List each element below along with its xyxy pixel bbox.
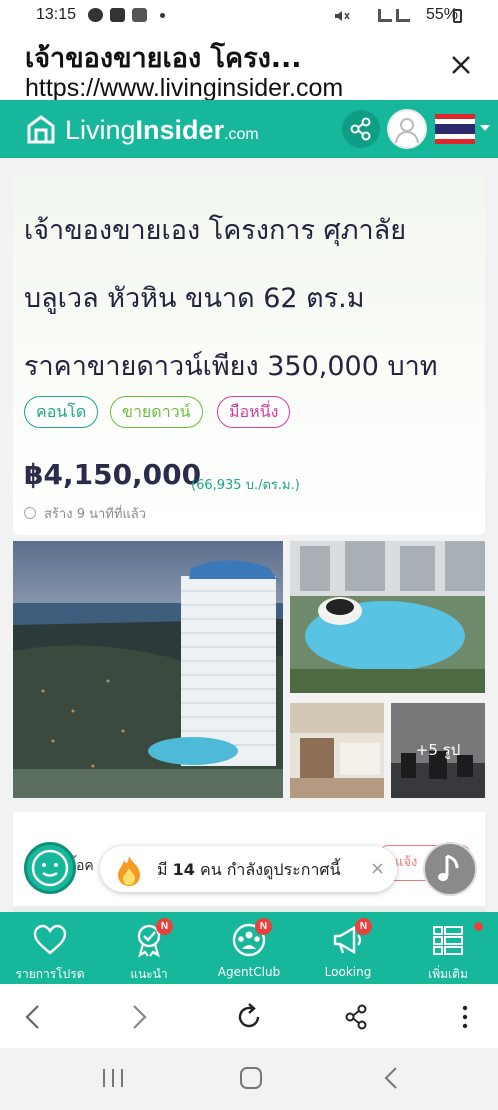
toast-close-button[interactable]: × (370, 859, 385, 879)
back-arrow-icon[interactable] (18, 1002, 48, 1032)
logo-bold-text: Insider (135, 115, 225, 145)
nav-agentclub-label: AgentClub (217, 965, 281, 979)
heart-icon (33, 924, 67, 955)
nav-looking-badge: N (355, 918, 372, 935)
reload-icon[interactable] (234, 1002, 264, 1032)
gallery-icon (132, 8, 147, 22)
viewers-toast: มี 14 คน กำลังดูประกาศนี้ × (100, 846, 397, 892)
menu-grid-icon (433, 926, 463, 955)
signal-icon-2 (396, 9, 410, 22)
fire-icon (118, 856, 140, 886)
created-time-text: สร้าง 9 นาทีที่แล้ว (44, 507, 147, 522)
share-button[interactable] (342, 110, 380, 148)
android-navigation-bar (0, 1048, 498, 1110)
nav-more-label: เพิ่มเติม (428, 967, 468, 981)
tag-condo[interactable]: คอนโด (24, 396, 99, 428)
battery-icon (453, 9, 462, 23)
close-icon[interactable] (446, 50, 476, 80)
page-url[interactable]: https://www.livinginsider.com (25, 74, 445, 100)
nav-recommend[interactable]: N แนะนำ (99, 912, 199, 984)
created-icon (24, 507, 36, 519)
nav-looking[interactable]: N Looking (298, 912, 398, 984)
viewers-message: มี 14 คน กำลังดูประกาศนี้ (157, 858, 341, 883)
music-float-button[interactable] (423, 842, 477, 896)
status-bar: 13:15 55% (0, 0, 498, 30)
user-avatar-button[interactable] (387, 109, 427, 149)
status-time: 13:15 (36, 6, 77, 23)
language-dropdown-caret-icon[interactable] (480, 125, 490, 131)
interior-photo-image (290, 703, 384, 798)
nav-agentclub-badge: N (255, 918, 272, 935)
forward-arrow-icon[interactable] (124, 1002, 154, 1032)
more-notifications-dot (160, 13, 165, 18)
listing-title: เจ้าของขายเอง โครงการ ศุภาลัย บลูเวล หัว… (24, 197, 479, 401)
share-page-icon[interactable] (342, 1002, 372, 1032)
nav-more[interactable]: เพิ่มเติม (398, 912, 498, 984)
nav-recommend-badge: N (156, 918, 173, 935)
nav-favorites-label: รายการโปรด (15, 967, 85, 981)
listing-title-line-1: เจ้าของขายเอง โครงการ ศุภาลัย (24, 215, 407, 246)
listing-title-line-2: บลูเวล หัวหิน ขนาด 62 ตร.ม (24, 283, 365, 314)
home-icon[interactable] (238, 1065, 264, 1091)
main-photo-image (13, 541, 283, 798)
nav-looking-label: Looking (324, 965, 372, 979)
chat-bot-smiley-button[interactable] (24, 842, 76, 894)
created-time: สร้าง 9 นาทีที่แล้ว (24, 503, 146, 524)
listing-title-line-3: ราคาขายดาวน์เพียง 350,000 บาท (24, 351, 438, 382)
whatsapp-icon (88, 8, 103, 22)
signal-icon (378, 9, 392, 22)
tag-sell-down[interactable]: ขายดาวน์ (110, 396, 203, 428)
viewers-count: 14 (172, 860, 195, 879)
listing-price: ฿4,150,000 (24, 458, 202, 491)
notification-dot (474, 922, 483, 931)
logo-suffix-text: .com (224, 126, 259, 143)
music-note-icon (438, 854, 459, 881)
pool-photo-image (290, 541, 485, 693)
smiley-icon (31, 849, 69, 887)
logo-house-icon (27, 115, 55, 144)
thai-flag-icon[interactable] (435, 114, 475, 144)
avatar-icon (395, 118, 419, 144)
nav-recommend-label: แนะนำ (130, 967, 168, 981)
site-logo[interactable]: LivingInsider.com (65, 115, 259, 146)
recent-apps-icon[interactable] (100, 1066, 126, 1090)
more-options-icon[interactable] (450, 1002, 480, 1032)
tag-first-hand[interactable]: มือหนึ่ง (217, 396, 291, 428)
viewers-prefix: มี (157, 860, 168, 879)
logo-light-text: Living (65, 115, 136, 145)
main-photo[interactable] (13, 541, 283, 798)
pool-photo[interactable] (290, 541, 485, 693)
browser-toolbar (0, 984, 498, 1048)
viewers-suffix: คน กำลังดูประกาศนี้ (200, 860, 341, 879)
interior-photo[interactable] (290, 703, 384, 798)
page-title: เจ้าของขายเอง โครง... (25, 43, 302, 74)
youtube-icon (110, 8, 125, 22)
nav-favorites[interactable]: รายการโปรด (0, 912, 100, 984)
browser-title-bar: เจ้าของขายเอง โครง... https://www.living… (0, 30, 498, 100)
more-photos-overlay[interactable]: +5 รูป (391, 703, 485, 798)
share-icon (350, 117, 371, 141)
mute-icon (334, 9, 350, 22)
nav-agentclub[interactable]: N AgentClub (199, 912, 299, 984)
contact-label: ้อค (76, 858, 94, 874)
bottom-navigation: รายการโปรด N แนะนำ N AgentClub N Looking (0, 912, 498, 984)
system-back-icon[interactable] (380, 1065, 404, 1091)
price-per-sqm: (66,935 บ./ตร.ม.) (191, 478, 300, 493)
